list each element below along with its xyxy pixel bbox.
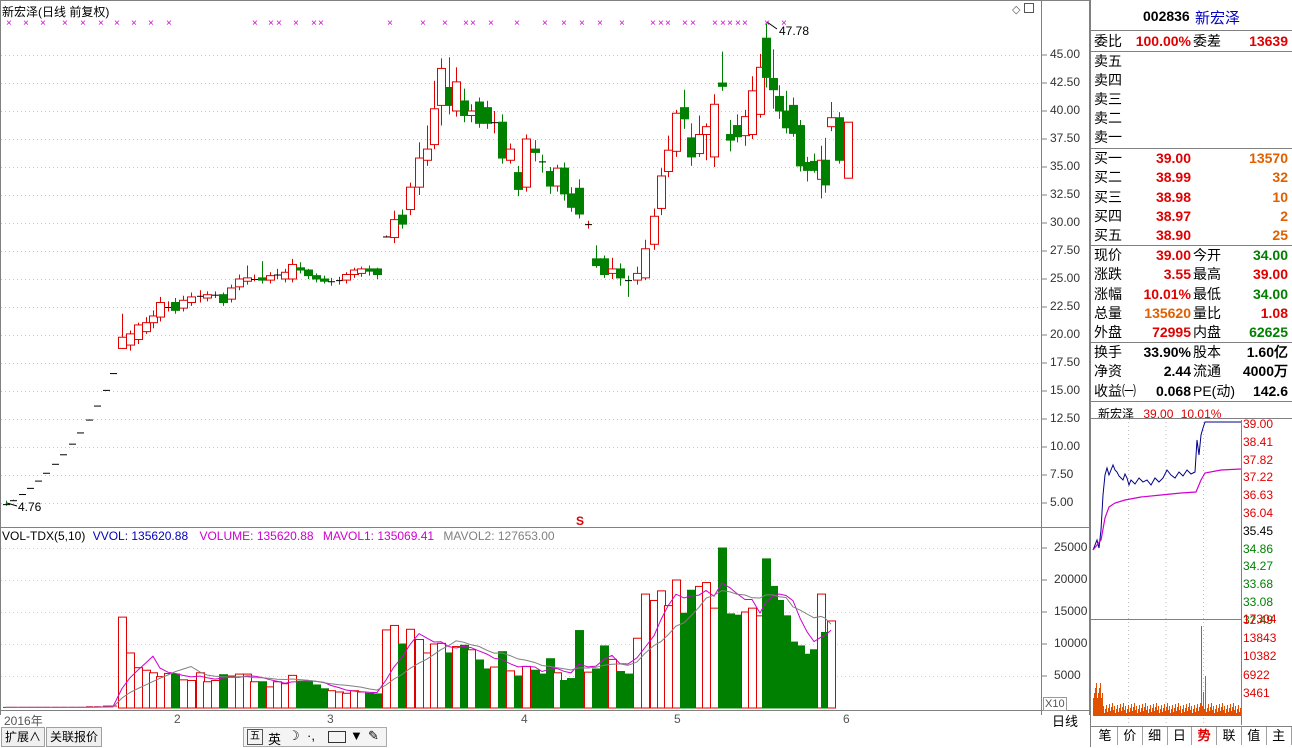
tdx-stock-window: 新宏泽(日线 前复权) ◇ ××××××××××××××××××××××××××… [0, 0, 1292, 747]
signal-x-marker: × [658, 18, 664, 29]
signal-x-marker: × [712, 18, 718, 29]
signal-x-marker: × [735, 18, 741, 29]
signal-x-marker: × [463, 18, 469, 29]
signal-x-marker: × [470, 18, 476, 29]
chart-grid: ×××××××××××××××××××××××××××××××××××××××× [0, 0, 1090, 715]
signal-x-marker: × [148, 18, 154, 29]
signal-x-marker: × [682, 18, 688, 29]
signal-x-marker: × [579, 18, 585, 29]
signal-x-marker: × [690, 18, 696, 29]
signal-x-marker: × [597, 18, 603, 29]
signal-x-marker: × [311, 18, 317, 29]
signal-x-marker: × [62, 18, 68, 29]
signal-x-marker: × [252, 18, 258, 29]
signal-x-marker: × [665, 18, 671, 29]
signal-x-marker: × [23, 18, 29, 29]
signal-x-marker: × [318, 18, 324, 29]
signal-x-marker: × [6, 18, 12, 29]
signal-x-marker: × [514, 18, 520, 29]
signal-x-marker: × [166, 18, 172, 29]
signal-x-marker: × [80, 18, 86, 29]
signal-x-marker: × [619, 18, 625, 29]
signal-x-marker: × [131, 18, 137, 29]
signal-x-marker: × [442, 18, 448, 29]
signal-x-marker: × [420, 18, 426, 29]
signal-x-marker: × [561, 18, 567, 29]
signal-x-marker: × [720, 18, 726, 29]
kline-chart[interactable]: ×××××××××××××××××××××××××××××××××××××××× [0, 0, 1092, 715]
signal-x-marker: × [488, 18, 494, 29]
signal-x-marker: × [727, 18, 733, 29]
signal-x-marker: × [542, 18, 548, 29]
signal-x-marker: × [268, 18, 274, 29]
signal-x-marker: × [387, 18, 393, 29]
signal-x-marker: × [293, 18, 299, 29]
signal-x-marker: × [742, 18, 748, 29]
signal-x-marker: × [650, 18, 656, 29]
signal-x-marker: × [98, 18, 104, 29]
signal-x-marker: × [40, 18, 46, 29]
signal-x-marker: × [276, 18, 282, 29]
signal-x-marker: × [114, 18, 120, 29]
